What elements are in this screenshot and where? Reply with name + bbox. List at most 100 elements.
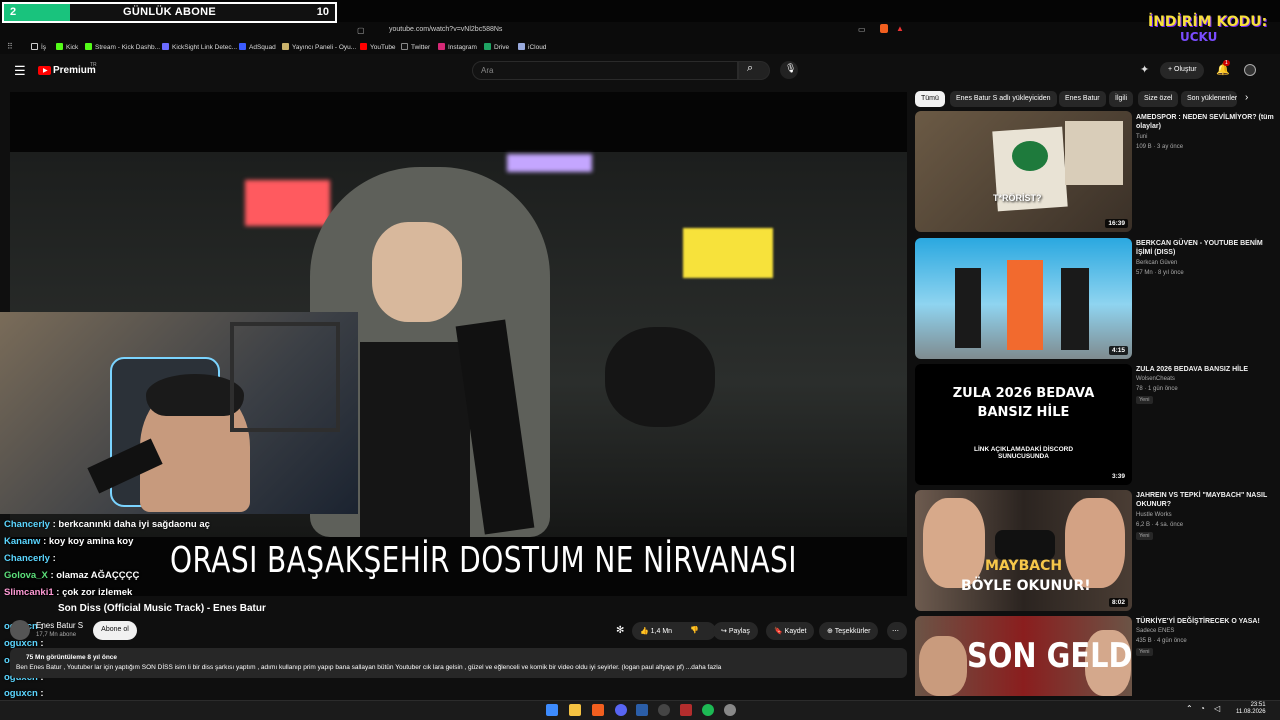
chat-message: Kananw : koy koy amina koy [4,536,133,547]
like-icon[interactable]: 👍 [640,628,651,635]
chat-username[interactable]: Chancerly [4,553,50,564]
rec-new-badge-3: Yeni [1136,396,1153,404]
bookmark-drive[interactable]: Drive [484,43,509,51]
brave-shield-icon[interactable] [880,24,888,33]
chevron-right-icon[interactable]: › [1245,92,1248,103]
bookmark-page-icon[interactable]: ▢ [357,26,365,35]
scene-red-light [245,180,330,226]
promo-code-value: UCKU [1180,30,1218,44]
promo-code-label: İNDİRİM KODU: [1148,14,1268,30]
bookmark-adsquad[interactable]: AdSquad [239,43,276,51]
rec-thumb-3-subtext: LİNK AÇIKLAMADAKİ DİSCORD SUNUCUSUNDA [973,446,1074,460]
bookmark-kicksight[interactable]: KickSight Link Detec... [162,43,237,51]
chat-separator: : [47,570,57,581]
brave-browser-icon[interactable] [592,704,604,716]
file-explorer-icon[interactable] [569,704,581,716]
bookmark-instagram[interactable]: Instagram [438,43,477,51]
apps-grid-icon[interactable]: ⠿ [7,42,13,51]
chat-username[interactable]: oguxcn [4,688,38,699]
tray-chevron-icon[interactable]: ⌃ [1186,704,1193,713]
url-text[interactable]: youtube.com/watch?v=vNl2bc588Ns [389,26,502,33]
bookmark-stream-kick[interactable]: Stream - Kick Dashb... [85,43,160,51]
bookmark-kick[interactable]: Kick [56,43,78,51]
search-input[interactable]: Ara [472,61,738,80]
chip-related[interactable]: İlgili [1109,91,1134,107]
chat-message: Slimcanki1 : çok zor izlemek [4,587,132,598]
bookmark-twitter[interactable]: Twitter [401,43,430,51]
rec-title-4[interactable]: JAHREIN VS TEPKİ "MAYBACH" NASIL OKUNUR? [1136,491,1274,509]
chip-recent[interactable]: Son yüklenenler [1181,91,1237,107]
rec-title-3[interactable]: ZULA 2026 BEDAVA BANSIZ HİLE [1136,365,1274,374]
taskbar-clock[interactable]: 23:51 11.08.2026 [1236,702,1266,716]
thanks-button[interactable]: ⊕ Teşekkürler [819,622,879,640]
rec-thumb-4[interactable]: MAYBACH BÖYLE OKUNUR! 8:02 [915,490,1132,611]
chip-all[interactable]: Tümü [915,91,945,107]
rewards-icon[interactable]: ▲ [896,24,904,33]
address-bar[interactable] [0,22,1280,40]
rec-thumb-5[interactable]: SON GELDİ [915,616,1132,696]
chip-from-uploader[interactable]: Enes Batur S adlı yükleyiciden [950,91,1057,107]
bookmark-youtube[interactable]: YouTube [360,43,396,51]
chip-enes-batur[interactable]: Enes Batur [1059,91,1106,107]
search-icon[interactable]: ⌕ [747,62,753,75]
rec-meta-1: 109 B · 3 ay önce [1136,144,1184,150]
rec-title-2[interactable]: BERKCAN GÜVEN - YOUTUBE BENİM İŞİMİ (DIS… [1136,239,1274,257]
channel-avatar[interactable] [10,620,30,640]
app-icon[interactable] [658,704,670,716]
rec-title-5[interactable]: TÜRKİYE'Yİ DEĞİŞTİRECEK O YASA! [1136,617,1274,626]
spotify-icon[interactable] [702,704,714,716]
bookmark-icloud[interactable]: iCloud [518,43,546,51]
rec-channel-4[interactable]: Hustle Works [1136,512,1172,518]
extension-icon[interactable]: ✦ [1140,63,1149,76]
rec-title-1[interactable]: AMEDSPOR : NEDEN SEVİLMİYOR? (tüm olayla… [1136,113,1274,131]
bookmark-yayinci-paneli[interactable]: Yayıncı Paneli - Oyu... [282,43,356,51]
start-menu-icon[interactable] [546,704,558,716]
performer-shirt [360,342,470,537]
chat-username[interactable]: Kananw [4,536,40,547]
rec-channel-5[interactable]: Sadece ENES [1136,628,1174,634]
like-count[interactable]: 1,4 Mn [651,628,672,635]
obs-icon[interactable] [680,704,692,716]
goal-target: 10 [316,6,329,18]
dislike-icon[interactable]: 👎 [690,626,699,634]
rec-thumb-2[interactable]: 4:15 [915,238,1132,359]
avatar[interactable] [1244,64,1256,76]
save-button[interactable]: 🔖 Kaydet [766,622,815,640]
steam-icon[interactable] [636,704,648,716]
rec-thumb-1[interactable]: T*RÖRİST? 16:39 [915,111,1132,232]
chat-username[interactable]: Slimcanki1 [4,587,54,598]
rec-thumb-4-car [995,530,1055,560]
chat-username[interactable]: Golova_X [4,570,48,581]
channel-name[interactable]: Enes Batur S [36,621,83,630]
rec-meta-2: 57 Mn · 8 yıl önce [1136,270,1184,276]
chat-message: oguxcn : [4,688,44,699]
chat-username[interactable]: Chancerly [4,519,50,530]
clock-time: 23:51 [1250,702,1266,708]
description-box[interactable] [10,648,907,678]
chip-for-you[interactable]: Size özel [1138,91,1179,107]
rec-channel-1[interactable]: Tuni [1136,134,1147,140]
rec-duration-3: 3:39 [1108,472,1128,481]
cast-icon[interactable]: ▭ [858,25,866,34]
notification-count-badge: 1 [1223,60,1230,66]
share-button[interactable]: ↪ Paylaş [713,622,758,640]
wifi-icon[interactable]: ◔ [1200,704,1205,713]
extension-gear-icon[interactable]: ✻ [616,625,624,636]
thanks-icon: ⊕ [827,628,835,635]
rec-thumb-3[interactable]: ZULA 2026 BEDAVA BANSIZ HİLE LİNK AÇIKLA… [915,364,1132,485]
scene-yellow-light [683,228,773,278]
subscribe-button[interactable]: Abone ol [93,621,137,640]
more-actions-button[interactable]: ⋯ [887,622,907,640]
scene-purple-light [507,154,592,172]
rec-channel-3[interactable]: WolsenCheats [1136,376,1175,382]
chat-text: berkcanınki daha iyi sağdaonu aç [58,519,210,530]
volume-icon[interactable]: ◁ [1214,704,1220,713]
rec-thumb-5-text: SON GELDİ [967,636,1132,676]
bookmark-is[interactable]: İş [31,43,46,51]
create-button[interactable]: + Oluştur [1160,62,1204,79]
search-button[interactable] [738,61,770,80]
rec-channel-2[interactable]: Berkcan Güven [1136,260,1177,266]
menu-icon[interactable]: ☰ [14,63,26,79]
discord-icon[interactable] [615,704,627,716]
settings-gear-icon[interactable] [724,704,736,716]
